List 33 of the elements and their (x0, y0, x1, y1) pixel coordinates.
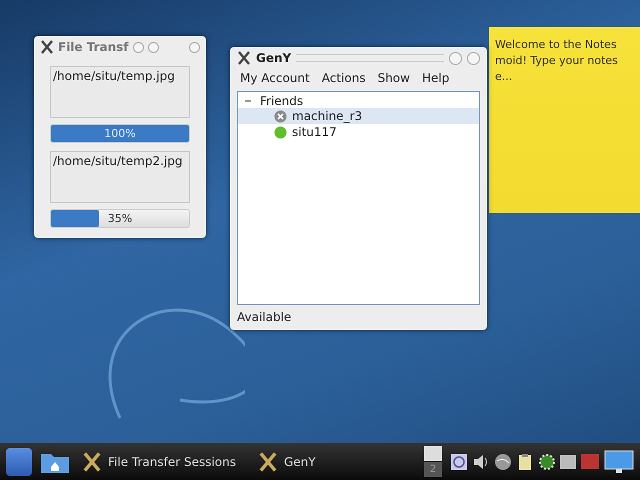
launcher-icon[interactable] (6, 448, 32, 476)
note-text: moid! Type your notes (495, 53, 619, 69)
menu-item[interactable]: Actions (322, 71, 366, 85)
file-path: /home/situ/temp.jpg (53, 69, 175, 83)
note-text: e... (495, 69, 514, 85)
app-x-icon (40, 40, 54, 54)
contact-row[interactable]: machine_r3 (238, 108, 479, 124)
contact-row[interactable]: situ117 (238, 124, 479, 140)
app-x-icon (82, 452, 102, 472)
app-x-icon (237, 51, 251, 65)
app-x-icon (258, 452, 278, 472)
title-grip[interactable] (296, 54, 444, 62)
menu-item[interactable]: Help (422, 71, 450, 85)
file-path: /home/situ/temp2.jpg (53, 154, 182, 168)
window-title: File Transf (58, 40, 129, 54)
window-title: GenY (256, 51, 292, 65)
progress-reading: 100% (103, 126, 137, 142)
online-status-icon (274, 126, 287, 138)
status-text: Available (237, 309, 292, 326)
menu-item[interactable]: My Account (240, 71, 310, 85)
group-label[interactable]: Friends (260, 94, 304, 108)
network-icon[interactable] (450, 452, 468, 470)
note-text: Welcome to the Notes (495, 37, 618, 53)
taskbar-task[interactable]: GenY (254, 452, 326, 472)
volume-icon[interactable] (472, 452, 490, 470)
clipboard-icon[interactable] (516, 452, 534, 470)
progress-reading: 35% (106, 211, 134, 227)
globe-icon[interactable] (494, 452, 512, 470)
monitor-icon[interactable] (604, 448, 634, 474)
gear-icon[interactable] (538, 452, 556, 470)
taskbar-task[interactable]: File Transfer Sessions (78, 452, 246, 472)
offline-status-icon (274, 110, 287, 122)
menu-item[interactable]: Show (378, 71, 410, 85)
